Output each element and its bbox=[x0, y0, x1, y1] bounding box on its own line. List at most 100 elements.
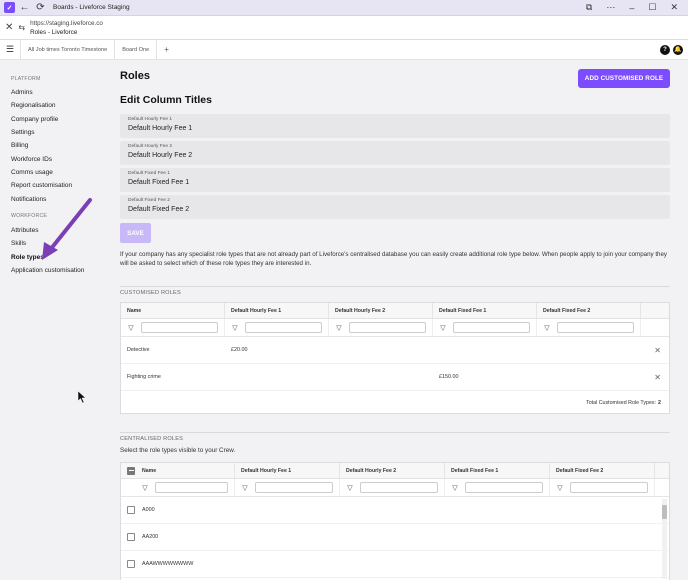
filter-icon[interactable]: ▽ bbox=[556, 484, 564, 492]
site-options-icon[interactable]: ⇆ bbox=[18, 23, 25, 32]
filter-icon[interactable]: ▽ bbox=[241, 484, 249, 492]
divider bbox=[120, 432, 670, 433]
sidebar-item-workforce-ids[interactable]: Workforce IDs bbox=[11, 156, 52, 163]
sidebar-item-admins[interactable]: Admins bbox=[11, 89, 33, 96]
sidebar-item-comms-usage[interactable]: Comms usage bbox=[11, 169, 53, 176]
field-label: Default Hourly Fee 1 bbox=[128, 117, 172, 122]
column-header-hourly-fee-1[interactable]: Default Hourly Fee 1 bbox=[225, 303, 329, 318]
delete-icon[interactable]: ✕ bbox=[654, 346, 661, 355]
row-checkbox[interactable] bbox=[127, 560, 135, 568]
filter-icon[interactable]: ▽ bbox=[335, 324, 343, 332]
filter-icon[interactable]: ▽ bbox=[346, 484, 354, 492]
filter-input-hourly-fee-1[interactable] bbox=[245, 322, 322, 333]
column-header-actions bbox=[641, 303, 669, 318]
cell-fixed-fee-1[interactable]: £150.00 bbox=[433, 374, 537, 380]
column-header-fixed-fee-1[interactable]: Default Fixed Fee 1 bbox=[445, 463, 550, 478]
table-row[interactable]: Detective £20.00 ✕ bbox=[121, 337, 669, 364]
filter-icon[interactable]: ▽ bbox=[127, 324, 135, 332]
notifications-icon[interactable]: 🔔 bbox=[673, 44, 683, 55]
cell-name[interactable]: Fighting crime bbox=[121, 374, 225, 380]
filter-icon[interactable]: ▽ bbox=[543, 324, 551, 332]
field-label: Default Fixed Fee 1 bbox=[128, 171, 170, 176]
help-icon[interactable]: ? bbox=[660, 44, 670, 55]
field-value[interactable]: Default Fixed Fee 1 bbox=[128, 179, 189, 186]
fixed-fee-1-field[interactable]: Default Fixed Fee 1 Default Fixed Fee 1 bbox=[120, 168, 670, 192]
close-icon[interactable]: ✕ bbox=[5, 22, 13, 33]
sidebar-item-company-profile[interactable]: Company profile bbox=[11, 116, 58, 123]
column-header-fixed-fee-1[interactable]: Default Fixed Fee 1 bbox=[433, 303, 537, 318]
settings-sidebar: PLATFORM Admins Regionalisation Company … bbox=[0, 60, 104, 580]
row-checkbox[interactable] bbox=[127, 533, 135, 541]
tab-job-times[interactable]: All Job times Toronto Timestone bbox=[20, 39, 116, 60]
filter-input-name[interactable] bbox=[141, 322, 218, 333]
menu-icon[interactable]: ☰ bbox=[0, 44, 20, 55]
sidebar-item-notifications[interactable]: Notifications bbox=[11, 196, 46, 203]
filter-input-fixed-fee-1[interactable] bbox=[465, 482, 543, 493]
cell-name[interactable]: Detective bbox=[121, 347, 225, 353]
cell-hourly-fee-1[interactable]: £20.00 bbox=[225, 347, 329, 353]
table-row[interactable]: Fighting crime £150.00 ✕ bbox=[121, 364, 669, 391]
extensions-icon[interactable]: ⧉ bbox=[586, 2, 592, 13]
scrollbar[interactable] bbox=[662, 499, 667, 579]
back-arrow-icon[interactable]: ← bbox=[18, 1, 31, 14]
fixed-fee-2-field[interactable]: Default Fixed Fee 2 Default Fixed Fee 2 bbox=[120, 195, 670, 219]
sidebar-item-application-customisation[interactable]: Application customisation bbox=[11, 267, 84, 274]
sidebar-item-role-types[interactable]: Role types bbox=[11, 254, 44, 261]
column-header-name[interactable]: Name bbox=[121, 303, 225, 318]
table-row[interactable]: AA200 bbox=[121, 524, 669, 551]
refresh-icon[interactable]: ⟳ bbox=[34, 1, 47, 14]
select-all-checkbox[interactable] bbox=[127, 466, 135, 475]
filter-row: ▽ ▽ ▽ ▽ ▽ bbox=[121, 319, 669, 337]
url-bar: ✕ ⇆ https://staging.liveforce.co Roles -… bbox=[0, 16, 688, 40]
scrollbar-thumb[interactable] bbox=[662, 505, 667, 519]
table-header: Name Default Hourly Fee 1 Default Hourly… bbox=[121, 303, 669, 319]
filter-input-fixed-fee-1[interactable] bbox=[453, 322, 530, 333]
filter-icon[interactable]: ▽ bbox=[141, 484, 149, 492]
sidebar-item-attributes[interactable]: Attributes bbox=[11, 227, 38, 234]
more-options-icon[interactable]: ⋯ bbox=[606, 2, 615, 13]
add-tab-button[interactable]: + bbox=[157, 45, 176, 54]
filter-input-fixed-fee-2[interactable] bbox=[570, 482, 648, 493]
minimize-icon[interactable]: – bbox=[629, 3, 634, 13]
column-header-fixed-fee-2[interactable]: Default Fixed Fee 2 bbox=[550, 463, 655, 478]
filter-input-name[interactable] bbox=[155, 482, 228, 493]
field-value[interactable]: Default Hourly Fee 2 bbox=[128, 152, 192, 159]
page-title: Roles bbox=[120, 70, 150, 82]
edit-column-titles-heading: Edit Column Titles bbox=[120, 94, 212, 106]
filter-input-hourly-fee-2[interactable] bbox=[349, 322, 426, 333]
field-value[interactable]: Default Hourly Fee 1 bbox=[128, 125, 192, 132]
column-header-hourly-fee-2[interactable]: Default Hourly Fee 2 bbox=[340, 463, 445, 478]
filter-input-hourly-fee-2[interactable] bbox=[360, 482, 438, 493]
hourly-fee-1-field[interactable]: Default Hourly Fee 1 Default Hourly Fee … bbox=[120, 114, 670, 138]
centralised-roles-table: Name Default Hourly Fee 1 Default Hourly… bbox=[120, 462, 670, 580]
filter-icon[interactable]: ▽ bbox=[231, 324, 239, 332]
column-header-hourly-fee-1[interactable]: Default Hourly Fee 1 bbox=[235, 463, 340, 478]
sidebar-item-billing[interactable]: Billing bbox=[11, 142, 28, 149]
delete-icon[interactable]: ✕ bbox=[654, 373, 661, 382]
maximize-icon[interactable]: ☐ bbox=[648, 2, 656, 13]
tab-board-one[interactable]: Board One bbox=[115, 39, 158, 60]
table-row[interactable]: A000 bbox=[121, 497, 669, 524]
hourly-fee-2-field[interactable]: Default Hourly Fee 2 Default Hourly Fee … bbox=[120, 141, 670, 165]
customised-roles-table: Name Default Hourly Fee 1 Default Hourly… bbox=[120, 302, 670, 414]
filter-input-hourly-fee-1[interactable] bbox=[255, 482, 333, 493]
save-button[interactable]: SAVE bbox=[120, 223, 151, 243]
sidebar-item-skills[interactable]: Skills bbox=[11, 240, 26, 247]
column-header-name[interactable]: Name bbox=[121, 463, 235, 478]
column-header-hourly-fee-2[interactable]: Default Hourly Fee 2 bbox=[329, 303, 433, 318]
filter-input-fixed-fee-2[interactable] bbox=[557, 322, 634, 333]
filter-icon[interactable]: ▽ bbox=[439, 324, 447, 332]
row-checkbox[interactable] bbox=[127, 506, 135, 514]
url-address[interactable]: https://staging.liveforce.co bbox=[30, 19, 103, 28]
sidebar-item-report-customisation[interactable]: Report customisation bbox=[11, 182, 72, 189]
sidebar-item-settings[interactable]: Settings bbox=[11, 129, 35, 136]
column-header-fixed-fee-2[interactable]: Default Fixed Fee 2 bbox=[537, 303, 641, 318]
role-name: AAAWWWWWWWW bbox=[142, 561, 194, 567]
sidebar-item-regionalisation[interactable]: Regionalisation bbox=[11, 102, 55, 109]
field-value[interactable]: Default Fixed Fee 2 bbox=[128, 206, 189, 213]
filter-icon[interactable]: ▽ bbox=[451, 484, 459, 492]
sidebar-section-workforce: WORKFORCE bbox=[11, 213, 48, 219]
close-window-icon[interactable]: ✕ bbox=[670, 2, 678, 13]
table-row[interactable]: AAAWWWWWWWW bbox=[121, 551, 669, 578]
add-customised-role-button[interactable]: ADD CUSTOMISED ROLE bbox=[578, 69, 670, 88]
